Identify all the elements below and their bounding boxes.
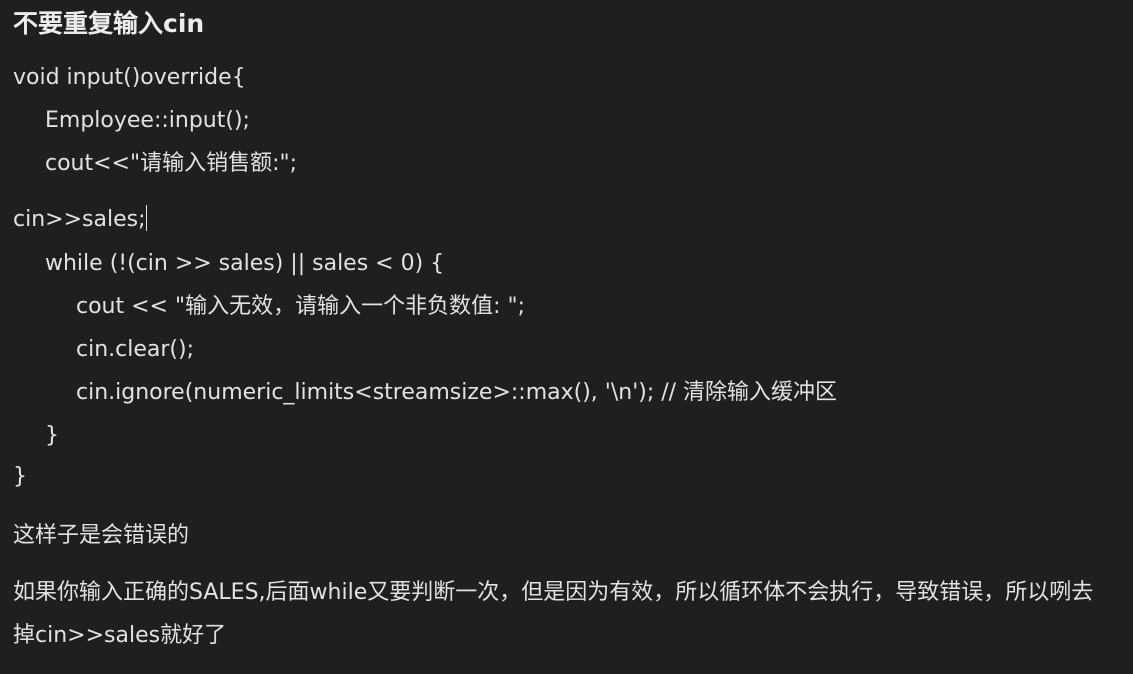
- code-line: cin.ignore(numeric_limits<streamsize>::m…: [76, 380, 838, 405]
- code-line-with-caret[interactable]: cin>>sales;: [13, 205, 148, 235]
- code-line: cout<<"请输入销售额:";: [45, 151, 298, 176]
- paragraph: 这样子是会错误的: [13, 523, 190, 548]
- text-caret: [146, 205, 148, 231]
- heading: 不要重复输入cin: [13, 9, 205, 38]
- code-line: cout << "输入无效，请输入一个非负数值: ";: [76, 294, 526, 319]
- paragraph: 如果你输入正确的SALES,后面while又要判断一次，但是因为有效，所以循环体…: [13, 580, 1094, 648]
- code-line: cin.clear();: [76, 337, 194, 362]
- code-line: }: [45, 423, 59, 448]
- code-line: while (!(cin >> sales) || sales < 0) {: [45, 251, 445, 276]
- code-line: }: [13, 464, 27, 489]
- code-line: void input()override{: [13, 65, 246, 90]
- code-line: Employee::input();: [45, 108, 250, 133]
- code-line: cin>>sales;: [13, 207, 146, 232]
